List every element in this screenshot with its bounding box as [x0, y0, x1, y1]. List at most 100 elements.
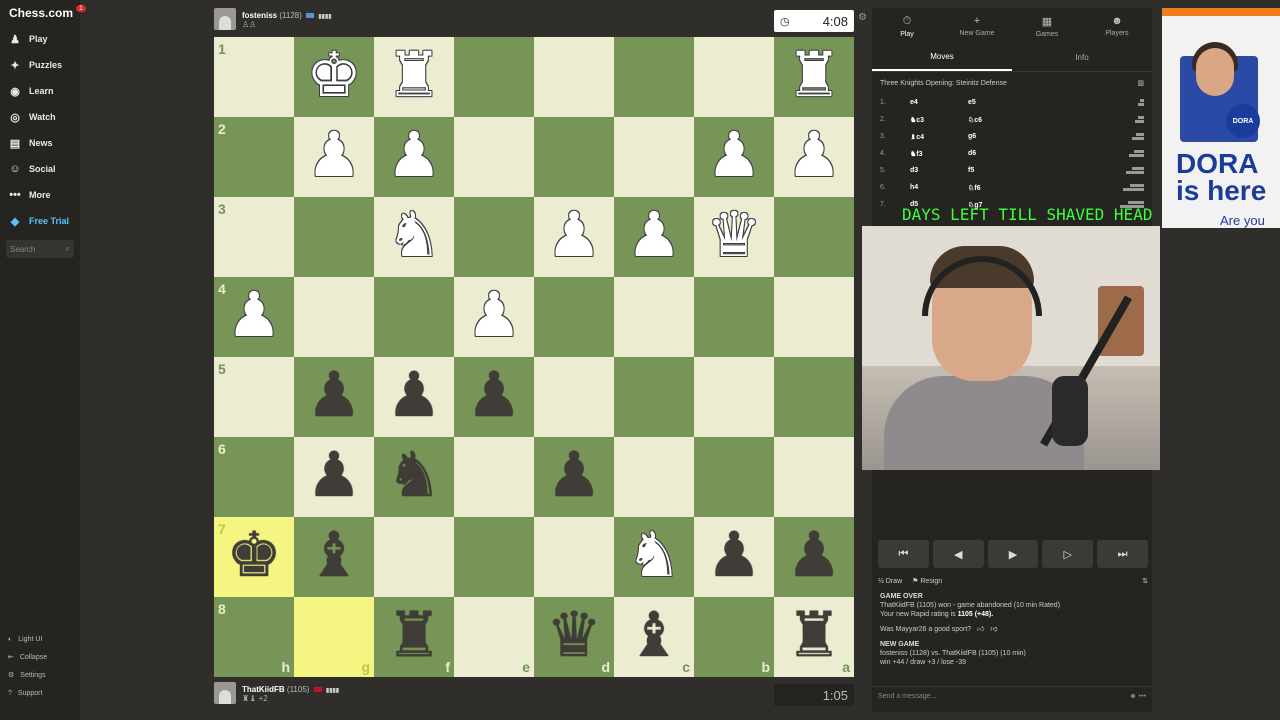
chat-message-input[interactable]: Send a message... ☻ ••• [872, 686, 1152, 706]
black-bishop-piece[interactable]: ♝ [306, 524, 362, 586]
square-g2[interactable]: ♟ [294, 117, 374, 197]
bottom-player-name[interactable]: ThatKiidFB (1105) ▮▮▮▮ [242, 685, 339, 694]
top-player-name[interactable]: fosteniss (1128) ▮▮▮▮ [242, 11, 332, 20]
white-pawn-piece[interactable]: ♟ [226, 284, 282, 346]
square-a1[interactable]: ♜ [774, 37, 854, 117]
sidebar-item-free-trial[interactable]: ◆ Free Trial [0, 208, 80, 234]
white-move[interactable]: e4 [910, 99, 968, 106]
square-a3[interactable] [774, 197, 854, 277]
thumbs-up-icon[interactable]: 👍︎ [977, 625, 984, 634]
square-h3[interactable]: 3 [214, 197, 294, 277]
black-knight-piece[interactable]: ♞ [386, 444, 442, 506]
black-queen-piece[interactable]: ♛ [546, 604, 602, 666]
square-b2[interactable]: ♟ [694, 117, 774, 197]
play-button[interactable]: ▶ [987, 540, 1039, 568]
square-h2[interactable]: 2 [214, 117, 294, 197]
black-pawn-piece[interactable]: ♟ [706, 524, 762, 586]
square-e7[interactable] [454, 517, 534, 597]
square-d5[interactable] [534, 357, 614, 437]
black-pawn-piece[interactable]: ♟ [786, 524, 842, 586]
white-move[interactable]: h4 [910, 184, 968, 191]
white-pawn-piece[interactable]: ♟ [466, 284, 522, 346]
chesscom-logo[interactable]: Chess.com 1 [0, 0, 86, 26]
square-e8[interactable]: e [454, 597, 534, 677]
white-knight-piece[interactable]: ♞ [626, 524, 682, 586]
square-g3[interactable] [294, 197, 374, 277]
black-pawn-piece[interactable]: ♟ [306, 444, 362, 506]
next-move-button[interactable]: ▷ [1042, 540, 1094, 568]
square-b6[interactable] [694, 437, 774, 517]
white-king-piece[interactable]: ♚ [306, 44, 362, 106]
white-pawn-piece[interactable]: ♟ [626, 204, 682, 266]
white-knight-piece[interactable]: ♞ [386, 204, 442, 266]
sidebar-link-support[interactable]: ? Support [0, 684, 80, 702]
black-pawn-piece[interactable]: ♟ [546, 444, 602, 506]
square-d3[interactable]: ♟ [534, 197, 614, 277]
sidebar-item-learn[interactable]: ◉ Learn [0, 78, 80, 104]
square-a6[interactable] [774, 437, 854, 517]
sidebar-item-more[interactable]: ••• More [0, 182, 80, 208]
square-e6[interactable] [454, 437, 534, 517]
square-a7[interactable]: ♟ [774, 517, 854, 597]
last-move-button[interactable]: ⏭ [1097, 540, 1148, 568]
black-move[interactable]: d6 [968, 150, 1058, 157]
square-f4[interactable] [374, 277, 454, 357]
sidebar-item-watch[interactable]: ◎ Watch [0, 104, 80, 130]
white-move[interactable]: d3 [910, 167, 968, 174]
sidebar-link-light-ui[interactable]: ◐ Light UI [0, 630, 80, 648]
emoji-icon[interactable]: ☻ [1129, 693, 1136, 700]
black-move[interactable]: e5 [968, 99, 1058, 106]
white-rook-piece[interactable]: ♜ [386, 44, 442, 106]
white-queen-piece[interactable]: ♛ [706, 204, 762, 266]
square-a5[interactable] [774, 357, 854, 437]
tab-players[interactable]: ☻ Players [1082, 8, 1152, 44]
black-move[interactable]: f5 [968, 167, 1058, 174]
black-pawn-piece[interactable]: ♟ [386, 364, 442, 426]
square-h8[interactable]: 8h [214, 597, 294, 677]
square-f2[interactable]: ♟ [374, 117, 454, 197]
square-g6[interactable]: ♟ [294, 437, 374, 517]
square-c1[interactable] [614, 37, 694, 117]
flip-board-icon[interactable]: ⇅ [1142, 577, 1148, 585]
square-b1[interactable] [694, 37, 774, 117]
square-d1[interactable] [534, 37, 614, 117]
sidebar-item-puzzles[interactable]: ✦ Puzzles [0, 52, 80, 78]
sidebar-item-social[interactable]: ☺ Social [0, 156, 80, 182]
white-move[interactable]: ♝c4 [910, 133, 968, 141]
sidebar-link-collapse[interactable]: ⇤ Collapse [0, 648, 80, 666]
bottom-player-avatar[interactable] [214, 682, 236, 704]
tab-new-game[interactable]: + New Game [942, 8, 1012, 44]
square-h7[interactable]: 7 ♚ [214, 517, 294, 597]
square-f7[interactable] [374, 517, 454, 597]
white-pawn-piece[interactable]: ♟ [386, 124, 442, 186]
square-c2[interactable] [614, 117, 694, 197]
square-c5[interactable] [614, 357, 694, 437]
square-g8[interactable]: g [294, 597, 374, 677]
square-d2[interactable] [534, 117, 614, 197]
square-g7[interactable]: ♝ [294, 517, 374, 597]
black-move[interactable]: ♘c6 [968, 116, 1058, 124]
white-rook-piece[interactable]: ♜ [786, 44, 842, 106]
draw-button[interactable]: ½ Draw [878, 578, 902, 585]
square-e1[interactable] [454, 37, 534, 117]
square-g4[interactable] [294, 277, 374, 357]
square-a8[interactable]: a ♜ [774, 597, 854, 677]
white-pawn-piece[interactable]: ♟ [706, 124, 762, 186]
tab-play[interactable]: ⏱ Play [872, 8, 942, 44]
square-e4[interactable]: ♟ [454, 277, 534, 357]
square-d8[interactable]: d ♛ [534, 597, 614, 677]
square-g1[interactable]: ♚ [294, 37, 374, 117]
square-f8[interactable]: f ♜ [374, 597, 454, 677]
first-move-button[interactable]: ⏮ [878, 540, 929, 568]
white-pawn-piece[interactable]: ♟ [306, 124, 362, 186]
square-c7[interactable]: ♞ [614, 517, 694, 597]
square-e2[interactable] [454, 117, 534, 197]
square-b8[interactable]: b [694, 597, 774, 677]
sidebar-item-play[interactable]: ♟ Play [0, 26, 80, 52]
search-input[interactable]: Search ⌕ [6, 240, 74, 258]
square-d6[interactable]: ♟ [534, 437, 614, 517]
square-d7[interactable] [534, 517, 614, 597]
white-pawn-piece[interactable]: ♟ [546, 204, 602, 266]
square-b5[interactable] [694, 357, 774, 437]
black-move[interactable]: g6 [968, 133, 1058, 140]
